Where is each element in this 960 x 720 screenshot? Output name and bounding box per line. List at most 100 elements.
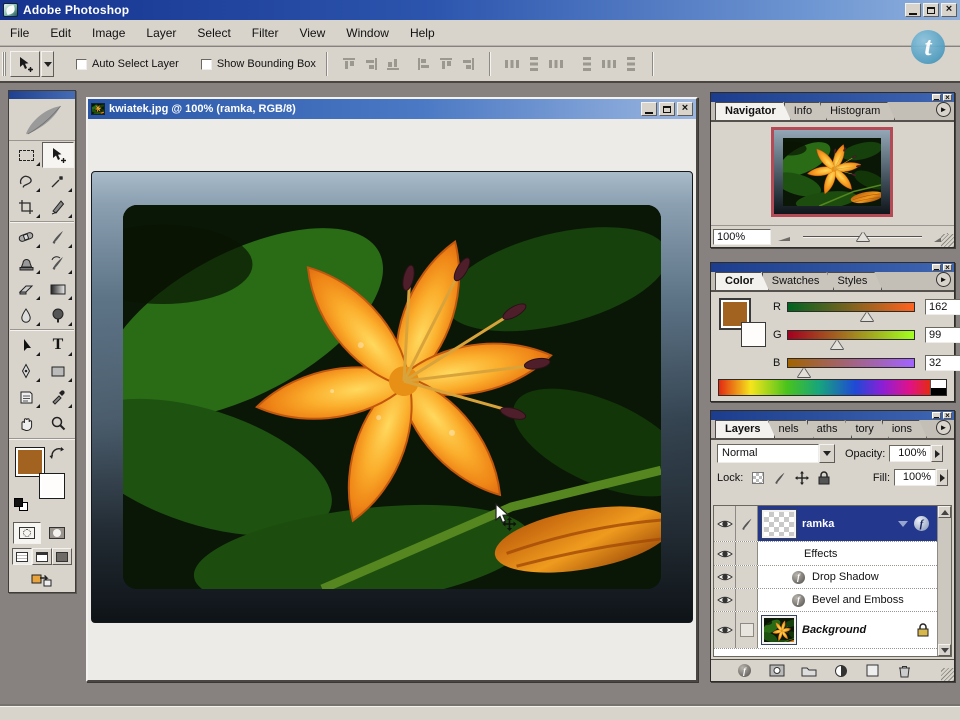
layer-row-bevel-emboss[interactable]: f Bevel and Emboss (714, 589, 937, 612)
new-layer-button[interactable] (863, 663, 883, 679)
scroll-up-icon[interactable] (938, 506, 951, 518)
layer-row-effects[interactable]: Effects (714, 542, 937, 566)
hand-tool[interactable] (10, 410, 42, 436)
align-vertical-center-button[interactable] (361, 55, 381, 73)
green-slider-thumb[interactable] (831, 340, 843, 349)
spectrum-black-patch[interactable] (930, 388, 946, 396)
panel-close-icon[interactable]: × (943, 412, 952, 419)
blue-slider[interactable] (787, 358, 915, 368)
standard-screen-mode-button[interactable] (12, 548, 32, 565)
new-adjustment-layer-button[interactable] (831, 663, 851, 679)
drop-shadow-label[interactable]: Drop Shadow (812, 571, 879, 583)
tool-preset-dropdown[interactable] (41, 51, 54, 77)
type-tool[interactable]: T (42, 332, 74, 358)
history-brush-tool[interactable] (42, 250, 74, 276)
jump-to-imageready-button[interactable] (28, 568, 56, 590)
layer-name[interactable]: ramka (802, 518, 834, 530)
distribute-left-button[interactable] (577, 55, 597, 73)
document-canvas[interactable] (88, 119, 696, 680)
marquee-tool[interactable] (10, 142, 42, 168)
red-value-field[interactable]: 162 (925, 299, 960, 315)
align-right-button[interactable] (458, 55, 478, 73)
menu-layer[interactable]: Layer (144, 24, 178, 42)
panel-menu-icon[interactable]: ► (936, 420, 951, 435)
blur-tool[interactable] (10, 302, 42, 328)
distribute-horizontal-center-button[interactable] (599, 55, 619, 73)
menu-view[interactable]: View (297, 24, 327, 42)
navigator-resize-grip[interactable] (941, 234, 954, 247)
layers-panel-title-bar[interactable]: × (711, 411, 954, 420)
color-panel-title-bar[interactable]: × (711, 263, 954, 272)
navigator-zoom-slider[interactable] (799, 228, 926, 246)
healing-brush-tool[interactable] (10, 224, 42, 250)
foreground-color-swatch[interactable] (16, 448, 44, 476)
standard-mode-button[interactable] (13, 522, 41, 544)
flower-photo[interactable] (123, 205, 661, 589)
add-layer-mask-button[interactable] (767, 663, 787, 679)
fullscreen-menubar-mode-button[interactable] (32, 548, 52, 565)
align-horizontal-center-button[interactable] (436, 55, 456, 73)
blue-slider-thumb[interactable] (798, 368, 810, 377)
background-thumbnail[interactable] (762, 616, 796, 644)
adobe-feather-logo[interactable] (9, 99, 75, 141)
align-top-button[interactable] (339, 55, 359, 73)
eraser-tool[interactable] (10, 276, 42, 302)
blue-value-field[interactable]: 32 (925, 355, 960, 371)
align-bottom-button[interactable] (383, 55, 403, 73)
tab-histogram[interactable]: Histogram (820, 102, 895, 120)
tab-styles[interactable]: Styles (827, 272, 882, 290)
show-bounding-box-checkbox[interactable] (201, 59, 212, 70)
shape-tool[interactable] (42, 358, 74, 384)
new-layer-set-button[interactable] (799, 663, 819, 679)
fill-value[interactable]: 100% (894, 469, 936, 486)
green-value-field[interactable]: 99 (925, 327, 960, 343)
red-slider[interactable] (787, 302, 915, 312)
minimize-button[interactable] (905, 3, 921, 17)
menu-file[interactable]: File (8, 24, 31, 42)
tab-color[interactable]: Color (715, 272, 769, 290)
default-colors-icon[interactable] (14, 498, 30, 512)
layers-resize-grip[interactable] (941, 668, 954, 681)
ramka-frame[interactable] (91, 171, 693, 623)
lock-all-icon[interactable] (815, 470, 832, 485)
options-bar-grip[interactable] (2, 52, 6, 76)
quick-mask-mode-button[interactable] (43, 522, 71, 544)
color-spectrum-ramp[interactable] (718, 379, 947, 396)
opacity-control[interactable]: 100% (889, 445, 943, 462)
background-layer-name[interactable]: Background (802, 624, 866, 636)
green-slider[interactable] (787, 330, 915, 340)
document-title-bar[interactable]: kwiatek.jpg @ 100% (ramka, RGB/8) × (88, 99, 696, 119)
background-color-swatch[interactable] (40, 474, 64, 498)
navigator-thumbnail[interactable] (771, 127, 893, 217)
menu-edit[interactable]: Edit (48, 24, 73, 42)
menu-select[interactable]: Select (195, 24, 232, 42)
add-layer-style-button[interactable]: f (735, 663, 755, 679)
app-title-bar[interactable]: Adobe Photoshop × (0, 0, 960, 20)
magic-wand-tool[interactable] (42, 168, 74, 194)
panel-menu-icon[interactable]: ► (936, 102, 951, 117)
opacity-value[interactable]: 100% (889, 445, 931, 462)
distribute-right-button[interactable] (621, 55, 641, 73)
link-cell[interactable] (736, 612, 758, 648)
toolbox-title-bar[interactable] (9, 91, 75, 99)
brush-tool[interactable] (42, 224, 74, 250)
fill-arrow-icon[interactable] (936, 469, 948, 486)
layer-style-icon[interactable]: f (914, 516, 929, 531)
slice-tool[interactable] (42, 194, 74, 220)
visibility-toggle[interactable] (714, 506, 736, 541)
path-selection-tool[interactable] (10, 332, 42, 358)
blend-mode-dropdown-icon[interactable] (819, 444, 835, 463)
visibility-toggle[interactable] (714, 612, 736, 648)
panel-minimize-icon[interactable] (932, 412, 941, 419)
pen-tool[interactable] (10, 358, 42, 384)
tab-swatches[interactable]: Swatches (762, 272, 835, 290)
layer-row-drop-shadow[interactable]: f Drop Shadow (714, 566, 937, 589)
scroll-down-icon[interactable] (938, 644, 951, 656)
layer-row-background[interactable]: Background (714, 612, 937, 649)
panel-minimize-icon[interactable] (932, 264, 941, 271)
layer-thumbnail-transparent[interactable] (762, 510, 796, 538)
panel-close-icon[interactable]: × (943, 94, 952, 101)
menu-image[interactable]: Image (90, 24, 127, 42)
delete-layer-button[interactable] (895, 663, 915, 679)
fill-control[interactable]: 100% (894, 469, 948, 486)
